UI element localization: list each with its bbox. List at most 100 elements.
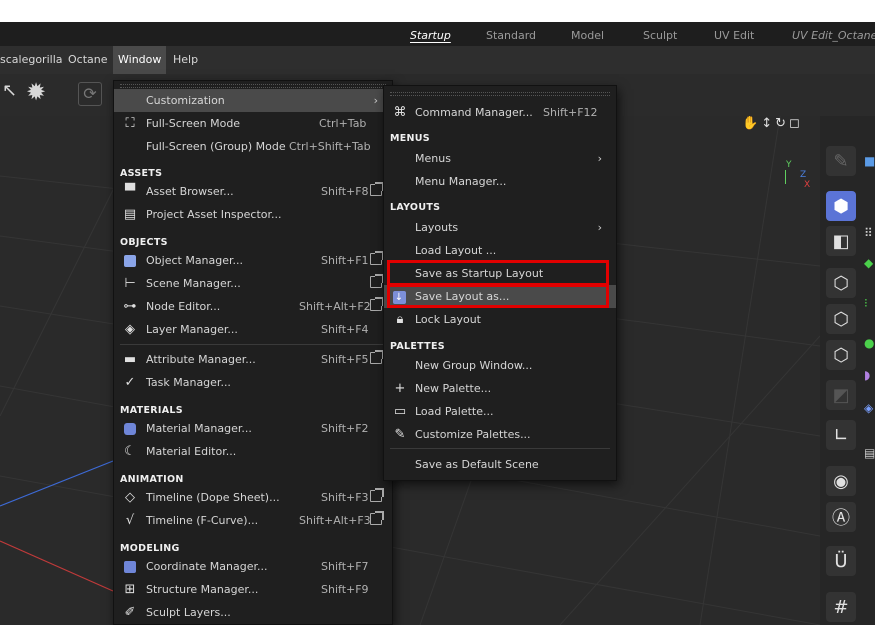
purple-side-icon[interactable]: ◗ xyxy=(864,368,875,386)
axis-mode-icon[interactable]: ∟ xyxy=(826,420,856,450)
inspector-icon: ▤ xyxy=(123,207,137,222)
menu-tearoff-grip[interactable] xyxy=(120,84,386,88)
move-arrows-icon[interactable]: ↕ xyxy=(761,116,775,131)
open-in-window-icon[interactable] xyxy=(370,350,384,364)
green-shape-side-icon[interactable]: ● xyxy=(864,336,875,354)
section-layouts: LAYOUTS xyxy=(390,202,441,213)
green-side-icon[interactable]: ◆ xyxy=(864,256,875,274)
window-menu-dropdown: Customization › ⛶ Full-Screen Mode Ctrl+Tab… xyxy=(113,80,393,625)
menu-item-fullscreen-group[interactable]: Full-Screen (Group) Mode Ctrl+Shift+Tab xyxy=(114,135,392,158)
section-assets: ASSETS xyxy=(120,168,163,179)
menu-item-asset-browser[interactable]: ▀ Asset Browser... Shift+F8 xyxy=(114,180,392,203)
panel-side-icon[interactable]: ▤ xyxy=(864,446,875,464)
menu-help[interactable]: Help xyxy=(168,46,203,74)
menu-item-layouts[interactable]: Layouts › xyxy=(384,216,616,239)
axis-z-label: Z xyxy=(800,170,807,180)
cube-side-icon[interactable]: ■ xyxy=(864,154,875,172)
pencil-icon: ✎ xyxy=(394,427,406,442)
menu-item-new-group-window[interactable]: New Group Window... xyxy=(384,354,616,377)
open-in-window-icon[interactable] xyxy=(370,274,384,288)
open-in-window-icon[interactable] xyxy=(370,182,384,196)
asset-browser-icon: ▀ xyxy=(125,184,135,199)
open-in-window-icon[interactable] xyxy=(370,251,384,265)
orbit-icon[interactable]: ↻ xyxy=(775,116,789,131)
open-in-window-icon[interactable] xyxy=(370,488,384,502)
menu-scalegorilla[interactable]: scalegorilla xyxy=(0,46,68,74)
menu-separator xyxy=(390,448,610,449)
menu-item-timeline-fcurve[interactable]: √ Timeline (F-Curve)... Shift+Alt+F3 xyxy=(114,509,392,532)
maximize-icon[interactable]: ◻ xyxy=(789,116,803,131)
layout-tab-standard[interactable]: Standard xyxy=(486,29,536,42)
pan-hand-icon[interactable]: ✋ xyxy=(742,116,761,131)
open-in-window-icon[interactable] xyxy=(370,511,384,525)
section-menus: MENUS xyxy=(390,133,430,144)
layout-tab-sculpt[interactable]: Sculpt xyxy=(643,29,677,42)
menu-item-scene-manager[interactable]: ⊢ Scene Manager... xyxy=(114,272,392,295)
section-animation: ANIMATION xyxy=(120,474,184,485)
command-key-icon: ⌘ xyxy=(393,105,407,120)
keyframe-diamond-icon: ◇ xyxy=(125,490,135,505)
menu-separator xyxy=(120,344,386,345)
object-manager-icon xyxy=(121,249,139,272)
menu-item-fullscreen[interactable]: ⛶ Full-Screen Mode Ctrl+Tab xyxy=(114,112,392,135)
structure-grid-icon: ⊞ xyxy=(124,582,136,597)
solo-mode-icon[interactable]: ◉ xyxy=(826,466,856,496)
menu-item-object-manager[interactable]: Object Manager... Shift+F1 xyxy=(114,249,392,272)
fcurve-icon: √ xyxy=(125,513,135,528)
menu-tearoff-grip[interactable] xyxy=(390,92,610,96)
cube-primitive-icon[interactable]: ⬢ xyxy=(826,191,856,221)
rotate-icon[interactable]: ⟳ xyxy=(78,82,102,106)
menu-item-layer-manager[interactable]: ◈ Layer Manager... Shift+F4 xyxy=(114,318,392,341)
menu-item-material-editor[interactable]: ☾ Material Editor... xyxy=(114,440,392,463)
menu-item-save-default-scene[interactable]: Save as Default Scene xyxy=(384,453,616,476)
menu-item-load-layout[interactable]: Load Layout ... xyxy=(384,239,616,262)
menu-item-material-manager[interactable]: Material Manager... Shift+F2 xyxy=(114,417,392,440)
menu-item-customize-palettes[interactable]: ✎ Customize Palettes... xyxy=(384,423,616,446)
axis-gizmo: Y Z X xyxy=(782,160,810,190)
gear-burst-icon[interactable]: ✹ xyxy=(26,80,46,104)
generator-icon[interactable]: ◧ xyxy=(826,226,856,256)
pen-tool-icon[interactable]: ✎ xyxy=(826,146,856,176)
menu-item-project-asset-inspector[interactable]: ▤ Project Asset Inspector... xyxy=(114,203,392,226)
layout-tab-startup[interactable]: Startup xyxy=(410,29,451,42)
open-in-window-icon[interactable] xyxy=(370,297,384,311)
menu-item-load-palette[interactable]: ▭ Load Palette... xyxy=(384,400,616,423)
section-objects: OBJECTS xyxy=(120,237,168,248)
grid-snap-icon[interactable]: # xyxy=(826,592,856,622)
menu-item-menus[interactable]: Menus › xyxy=(384,147,616,170)
menu-item-node-editor[interactable]: ⊶ Node Editor... Shift+Alt+F2 xyxy=(114,295,392,318)
green-dots-side-icon[interactable]: ⁝ xyxy=(864,296,875,314)
menu-item-structure-manager[interactable]: ⊞ Structure Manager... Shift+F9 xyxy=(114,578,392,601)
menu-item-lock-layout[interactable]: 🔒︎ Lock Layout xyxy=(384,308,616,331)
menu-item-customization[interactable]: Customization › xyxy=(114,89,392,112)
menu-window[interactable]: Window xyxy=(113,46,167,74)
edges-mode-icon[interactable]: ⬡ xyxy=(826,304,856,334)
sculpt-brush-icon: ✐ xyxy=(124,605,136,620)
menu-item-sculpt-layers[interactable]: ✐ Sculpt Layers... xyxy=(114,601,392,624)
dots-side-icon[interactable]: ⠿ xyxy=(864,226,875,244)
magnet-icon[interactable]: Ü xyxy=(826,546,856,576)
points-mode-icon[interactable]: ⬡ xyxy=(826,268,856,298)
select-arrow-icon[interactable]: ↖ xyxy=(2,82,17,100)
uv-mode-icon[interactable]: ◩ xyxy=(826,380,856,410)
snapping-icon[interactable]: Ⓐ xyxy=(826,502,856,532)
task-check-icon: ✓ xyxy=(124,375,136,390)
menu-item-menu-manager[interactable]: Menu Manager... xyxy=(384,170,616,193)
scene-tree-icon: ⊢ xyxy=(124,276,136,291)
menu-item-command-manager[interactable]: ⌘ Command Manager... Shift+F12 xyxy=(384,101,616,124)
blue-side-icon[interactable]: ◈ xyxy=(864,401,875,419)
fullscreen-icon: ⛶ xyxy=(125,116,135,131)
highlight-save-layout-as xyxy=(387,284,609,308)
menu-item-coordinate-manager[interactable]: Coordinate Manager... Shift+F7 xyxy=(114,555,392,578)
menu-octane[interactable]: Octane xyxy=(63,46,113,74)
plus-icon: + xyxy=(394,381,406,396)
layout-tab-uv-edit[interactable]: UV Edit xyxy=(714,29,754,42)
node-editor-icon: ⊶ xyxy=(123,299,137,314)
layout-tab-uv-edit-octane[interactable]: UV Edit_Octane xyxy=(792,29,875,42)
layout-tab-model[interactable]: Model xyxy=(571,29,604,42)
menu-item-timeline-dope-sheet[interactable]: ◇ Timeline (Dope Sheet)... Shift+F3 xyxy=(114,486,392,509)
polygons-mode-icon[interactable]: ⬡ xyxy=(826,340,856,370)
menu-item-attribute-manager[interactable]: ▬ Attribute Manager... Shift+F5 xyxy=(114,348,392,371)
menu-item-task-manager[interactable]: ✓ Task Manager... xyxy=(114,371,392,394)
menu-item-new-palette[interactable]: + New Palette... xyxy=(384,377,616,400)
